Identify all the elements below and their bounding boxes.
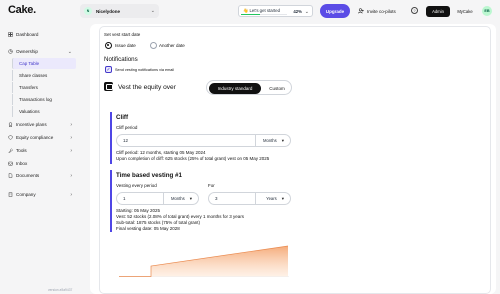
- cliff-period-value[interactable]: 12: [123, 138, 128, 143]
- vesting-for-value[interactable]: 3: [215, 196, 218, 201]
- vesting-rate-line: Vest: 52 stocks (2.08% of total grant) e…: [116, 214, 245, 219]
- cliff-accent-bar: [110, 112, 112, 164]
- onboarding-percent: 42%: [293, 8, 302, 14]
- document-icon: [8, 173, 13, 178]
- calendar-icon: [104, 82, 113, 91]
- pie-chart-icon: [8, 49, 13, 54]
- radio-another-date[interactable]: [150, 42, 157, 49]
- chevron-right-icon: ›: [70, 172, 72, 179]
- wrench-icon: [8, 148, 13, 153]
- vesting-start-line: Starting: 05 May 2025: [116, 208, 161, 213]
- sidebar-label: Ownership: [16, 49, 38, 54]
- sidebar-item-incentive-plans[interactable]: Incentive plans ›: [7, 119, 76, 130]
- field-divider: [163, 193, 164, 204]
- admin-toggle[interactable]: Admin: [426, 6, 450, 17]
- vest-start-label: Set vest start date: [104, 32, 141, 37]
- vesting-every-unit-select[interactable]: Months: [171, 196, 185, 201]
- radio-another-date-label: Another date: [159, 43, 185, 48]
- cliff-period-field[interactable]: 12 Months ▾: [116, 134, 291, 147]
- vesting-every-field[interactable]: 1 Months ▾: [116, 192, 199, 205]
- help-icon[interactable]: ?: [411, 7, 418, 14]
- sidebar-item-company[interactable]: Company ›: [7, 189, 76, 200]
- radio-issue-date-label: Issue date: [115, 43, 136, 48]
- top-bar: Cake. N Nicelydone ⌄ 👋 Let's get started…: [0, 0, 500, 22]
- mycake-toggle[interactable]: MyCake: [453, 6, 477, 17]
- chevron-down-icon: ⌄: [67, 48, 72, 55]
- dashboard-icon: [8, 32, 13, 37]
- field-divider: [255, 135, 256, 146]
- sidebar-label: Dashboard: [16, 32, 39, 37]
- vesting-for-label: For: [208, 183, 215, 188]
- vesting-every-value[interactable]: 1: [123, 196, 126, 201]
- mode-custom[interactable]: Custom: [263, 83, 291, 94]
- vest-equity-title: Vest the equity over: [118, 84, 176, 91]
- sidebar-item-documents[interactable]: Documents ›: [7, 170, 76, 181]
- time-vesting-title: Time based vesting #1: [116, 172, 182, 179]
- onboarding-progress-fill: [241, 13, 261, 15]
- sidebar-item-transactions-log[interactable]: Transactions log: [12, 94, 76, 105]
- caret-down-icon: ▾: [281, 195, 284, 201]
- chevron-down-icon: ⌄: [304, 9, 309, 15]
- sidebar-label: Documents: [16, 173, 40, 178]
- sidebar-item-cap-table[interactable]: Cap Table: [12, 58, 76, 69]
- cliff-summary-completion: Upon completion of cliff: 625 stocks (25…: [116, 156, 270, 161]
- radio-issue-date[interactable]: [105, 42, 112, 49]
- vesting-schedule-chart: [119, 245, 289, 277]
- vesting-area: [119, 246, 288, 277]
- sidebar-label: Company: [16, 192, 36, 197]
- notifications-title: Notifications: [104, 56, 138, 63]
- shield-icon: [8, 135, 13, 140]
- sidebar-item-inbox[interactable]: Inbox: [7, 158, 76, 169]
- cliff-summary-period: Cliff period: 12 months, starting 05 May…: [116, 150, 206, 155]
- chevron-right-icon: ›: [70, 147, 72, 154]
- invite-label: Invite co-pilots: [367, 8, 396, 14]
- user-avatar[interactable]: EB: [482, 6, 492, 16]
- notify-checkbox[interactable]: ✓: [105, 66, 112, 73]
- sidebar-item-dashboard[interactable]: Dashboard: [7, 29, 76, 40]
- chevron-right-icon: ›: [70, 134, 72, 141]
- company-avatar: N: [84, 7, 92, 15]
- inbox-icon: [8, 161, 13, 166]
- notify-checkbox-label: Send vesting notifications via email: [115, 68, 175, 72]
- onboarding-progress[interactable]: 👋 Let's get started 42% ⌄: [238, 5, 313, 17]
- building-icon: [8, 192, 13, 197]
- cliff-title: Cliff: [116, 114, 129, 121]
- mode-industry-standard[interactable]: Industry standard: [209, 82, 261, 94]
- vesting-subtotal-line: Sub-total: 1875 stocks (75% of total gra…: [116, 220, 201, 225]
- sidebar-item-tools[interactable]: Tools ›: [7, 145, 76, 156]
- sidebar-label: Tools: [16, 148, 27, 153]
- vesting-for-field[interactable]: 3 Years ▾: [208, 192, 291, 205]
- vesting-final-date-line: Final vesting date: 05 May 2028: [116, 226, 180, 231]
- vesting-for-unit-select[interactable]: Years: [266, 196, 277, 201]
- sidebar-label: Incentive plans: [16, 122, 47, 127]
- sidebar-label: Equity compliance: [16, 135, 54, 140]
- caret-down-icon: ▾: [189, 195, 192, 201]
- sidebar-item-share-classes[interactable]: Share classes: [12, 70, 76, 81]
- sidebar-item-transfers[interactable]: Transfers: [12, 82, 76, 93]
- company-selector[interactable]: N Nicelydone ⌄: [80, 4, 159, 18]
- caret-down-icon: ▾: [281, 137, 284, 143]
- sidebar-item-valuations[interactable]: Valuations: [12, 106, 76, 117]
- company-name: Nicelydone: [96, 8, 121, 14]
- vesting-mode-toggle: Industry standard Custom: [206, 80, 292, 95]
- field-divider: [255, 193, 256, 204]
- user-plus-icon: [358, 8, 364, 14]
- app-version: version a9a9437: [48, 288, 73, 292]
- time-vesting-accent-bar: [110, 170, 112, 232]
- invite-copilots-button[interactable]: Invite co-pilots: [358, 5, 396, 17]
- cliff-period-label: Cliff period: [116, 125, 138, 130]
- upgrade-button[interactable]: Upgrade: [320, 4, 350, 18]
- chevron-down-icon: ⌄: [150, 8, 155, 14]
- chevron-right-icon: ›: [70, 121, 72, 128]
- app-logo[interactable]: Cake.: [8, 4, 36, 16]
- vesting-every-label: Vesting every period: [116, 183, 157, 188]
- sidebar-label: Inbox: [16, 161, 28, 166]
- sidebar-item-ownership[interactable]: Ownership ⌄: [7, 46, 76, 57]
- chevron-right-icon: ›: [70, 191, 72, 198]
- onboarding-progress-bar: [241, 13, 287, 15]
- award-icon: [8, 122, 13, 127]
- sidebar-item-equity-compliance[interactable]: Equity compliance ›: [7, 132, 76, 143]
- cliff-unit-select[interactable]: Months: [263, 138, 277, 143]
